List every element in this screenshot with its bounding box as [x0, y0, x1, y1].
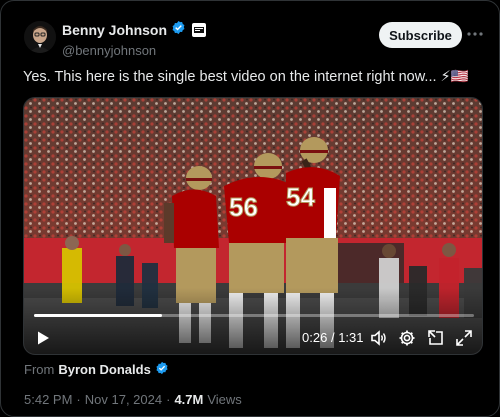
author-display-name[interactable]: Benny Johnson [62, 22, 167, 38]
meta-separator: · [76, 392, 81, 407]
author-handle[interactable]: @bennyjohnson [62, 43, 206, 58]
video-controls: 0:26 / 1:31 [24, 98, 482, 354]
video-progress-bar[interactable] [34, 314, 474, 317]
post-time[interactable]: 5:42 PM [24, 392, 72, 407]
author-avatar[interactable] [24, 21, 56, 53]
picture-in-picture-icon[interactable] [427, 329, 445, 347]
post-emoji: ⚡🇺🇸 [440, 69, 469, 85]
fullscreen-icon[interactable] [455, 329, 473, 347]
from-prefix: From [24, 362, 55, 377]
video-progress-fill [34, 314, 162, 317]
video-current-time: 0:26 [302, 330, 328, 345]
views-label: Views [207, 392, 242, 407]
from-name-link[interactable]: Byron Donalds [58, 362, 150, 377]
video-duration: 1:31 [338, 330, 364, 345]
views-count: 4.7M [174, 392, 204, 407]
meta-separator: · [166, 392, 171, 407]
volume-icon[interactable] [370, 329, 388, 347]
affiliate-badge-icon [192, 23, 207, 37]
settings-gear-icon[interactable] [398, 329, 416, 347]
post-date[interactable]: Nov 17, 2024 [85, 392, 162, 407]
post-text-row: Yes. This here is the single best video … [23, 68, 483, 86]
post-text: Yes. This here is the single best video … [23, 68, 437, 85]
video-time-separator: / [330, 330, 335, 345]
subscribe-button[interactable]: Subscribe [379, 22, 462, 48]
video-source-attribution: From Byron Donalds [24, 361, 169, 378]
post-card: Benny Johnson @bennyjohnson Subscribe Ye… [0, 0, 500, 417]
verified-badge-icon [171, 20, 186, 40]
video-time: 0:26 / 1:31 [302, 330, 364, 345]
author-block: Benny Johnson @bennyjohnson [62, 20, 207, 58]
play-icon[interactable] [35, 330, 51, 346]
post-meta: 5:42 PM · Nov 17, 2024 · 4.7M Views [24, 392, 242, 407]
video-player[interactable]: 56 54 0:26 / 1:31 [23, 97, 483, 355]
more-dots-icon[interactable] [467, 26, 483, 42]
verified-badge-icon [155, 361, 169, 378]
